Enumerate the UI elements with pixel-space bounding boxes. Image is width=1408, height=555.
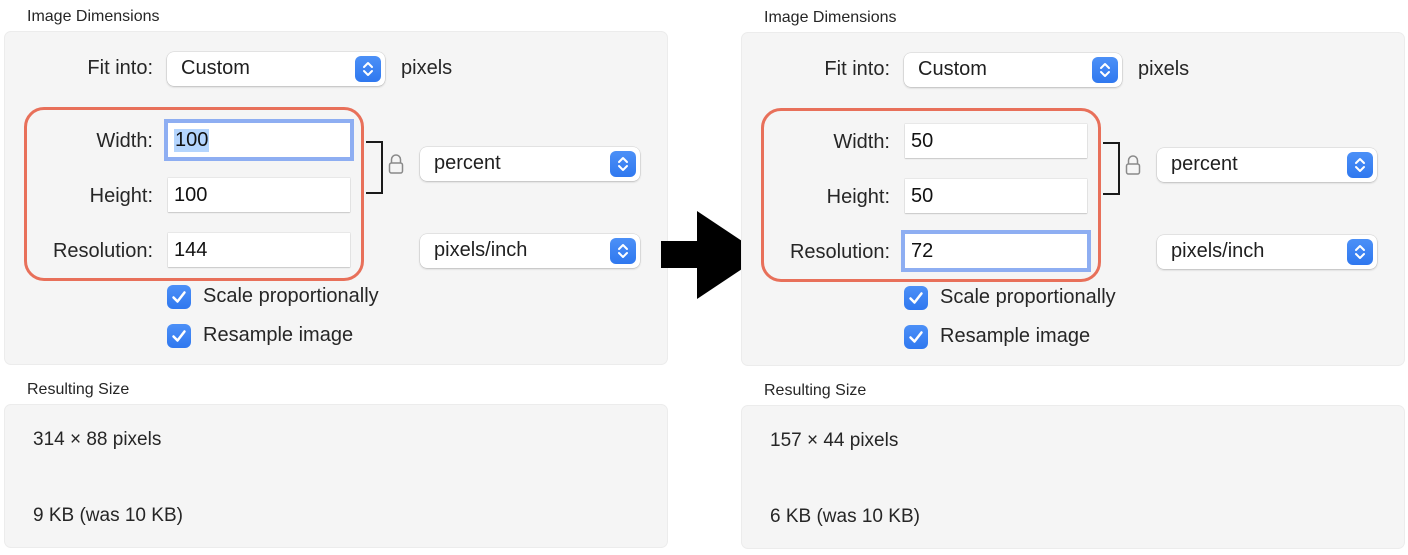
- result-pixel-dimensions: 157 × 44 pixels: [770, 430, 899, 451]
- image-dimensions-heading: Image Dimensions: [27, 8, 160, 25]
- proportion-bracket: [366, 141, 383, 194]
- scale-proportionally-label: Scale proportionally: [940, 286, 1116, 308]
- height-label: Height:: [826, 186, 890, 208]
- result-pixel-dimensions: 314 × 88 pixels: [33, 429, 162, 450]
- chevron-up-down-icon: [610, 151, 636, 177]
- fit-into-label: Fit into:: [87, 57, 153, 79]
- height-value: 100: [174, 184, 208, 206]
- height-field[interactable]: 100: [168, 178, 350, 212]
- resolution-unit-select[interactable]: pixels/inch: [420, 234, 640, 268]
- checkmark-icon: [904, 325, 928, 349]
- checkmark-icon: [904, 286, 928, 310]
- width-field[interactable]: 100: [164, 119, 354, 161]
- width-value: 100: [174, 129, 210, 152]
- resolution-value: 144: [174, 239, 208, 261]
- height-label: Height:: [89, 185, 153, 207]
- scale-proportionally-label: Scale proportionally: [203, 285, 379, 307]
- fit-into-select[interactable]: Custom: [167, 52, 385, 86]
- lock-icon[interactable]: [388, 152, 404, 181]
- image-dimensions-after: Image Dimensions Fit into: Custom pixels…: [737, 1, 1407, 555]
- size-unit-select[interactable]: percent: [420, 147, 640, 181]
- resulting-size-heading: Resulting Size: [27, 381, 130, 398]
- resulting-size-heading: Resulting Size: [764, 382, 867, 399]
- resolution-unit-select[interactable]: pixels/inch: [1157, 235, 1377, 269]
- checkmark-icon: [167, 285, 191, 309]
- result-file-size: 9 KB (was 10 KB): [33, 505, 183, 526]
- resolution-unit-value: pixels/inch: [1171, 240, 1265, 262]
- resolution-label: Resolution:: [52, 240, 153, 262]
- chevron-up-down-icon: [1347, 239, 1373, 265]
- chevron-up-down-icon: [1092, 57, 1118, 83]
- fit-into-label: Fit into:: [824, 58, 890, 80]
- fit-into-suffix: pixels: [1138, 58, 1190, 80]
- height-value: 50: [911, 185, 934, 207]
- size-unit-select[interactable]: percent: [1157, 148, 1377, 182]
- resample-image-label: Resample image: [203, 324, 354, 346]
- resolution-field[interactable]: 72: [901, 230, 1091, 272]
- fit-into-value: Custom: [181, 57, 250, 79]
- resolution-unit-value: pixels/inch: [434, 239, 528, 261]
- chevron-up-down-icon: [610, 238, 636, 264]
- resolution-field[interactable]: 144: [168, 233, 350, 267]
- resolution-label: Resolution:: [789, 241, 890, 263]
- image-dimensions-heading: Image Dimensions: [764, 9, 897, 26]
- size-unit-value: percent: [1171, 153, 1238, 175]
- result-file-size: 6 KB (was 10 KB): [770, 506, 920, 527]
- checkmark-icon: [167, 324, 191, 348]
- fit-into-select[interactable]: Custom: [904, 53, 1122, 87]
- resample-image-label: Resample image: [940, 325, 1091, 347]
- fit-into-value: Custom: [918, 58, 987, 80]
- image-dimensions-before: Image Dimensions Fit into: Custom pixels…: [0, 0, 670, 554]
- width-label: Width:: [96, 130, 153, 152]
- resolution-value: 72: [911, 240, 934, 262]
- fit-into-suffix: pixels: [401, 57, 453, 79]
- size-unit-value: percent: [434, 152, 501, 174]
- chevron-up-down-icon: [1347, 152, 1373, 178]
- height-field[interactable]: 50: [905, 179, 1087, 213]
- chevron-up-down-icon: [355, 56, 381, 82]
- width-label: Width:: [833, 131, 890, 153]
- width-field[interactable]: 50: [905, 124, 1087, 158]
- proportion-bracket: [1103, 142, 1120, 195]
- lock-icon[interactable]: [1125, 153, 1141, 182]
- width-value: 50: [911, 130, 934, 152]
